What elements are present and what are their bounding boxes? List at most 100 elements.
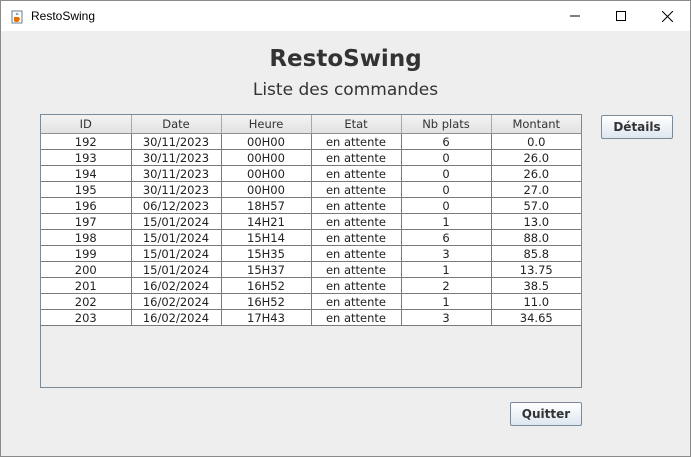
table-row[interactable]: 200 15/01/2024 15H37 en attente 1 13.75 [41, 261, 581, 278]
cell-date[interactable]: 16/02/2024 [131, 277, 222, 294]
table-row[interactable]: 198 15/01/2024 15H14 en attente 6 88.0 [41, 229, 581, 246]
cell-date[interactable]: 15/01/2024 [131, 261, 222, 278]
window-title: RestoSwing [31, 9, 96, 23]
cell-date[interactable]: 06/12/2023 [131, 197, 222, 214]
column-header-heure[interactable]: Heure [221, 115, 312, 134]
cell-heure[interactable]: 16H52 [221, 277, 312, 294]
table-row[interactable]: 194 30/11/2023 00H00 en attente 0 26.0 [41, 165, 581, 182]
cell-date[interactable]: 15/01/2024 [131, 229, 222, 246]
close-button[interactable] [644, 1, 690, 31]
cell-heure[interactable]: 18H57 [221, 197, 312, 214]
cell-nb-plats[interactable]: 1 [401, 261, 492, 278]
cell-etat[interactable]: en attente [311, 309, 402, 326]
table-row[interactable]: 193 30/11/2023 00H00 en attente 0 26.0 [41, 149, 581, 166]
maximize-button[interactable] [598, 1, 644, 31]
column-header-nb-plats[interactable]: Nb plats [401, 115, 492, 134]
details-button[interactable]: Détails [601, 115, 673, 139]
cell-date[interactable]: 16/02/2024 [131, 293, 222, 310]
cell-nb-plats[interactable]: 0 [401, 181, 492, 198]
cell-etat[interactable]: en attente [311, 229, 402, 246]
cell-nb-plats[interactable]: 0 [401, 149, 492, 166]
cell-montant[interactable]: 11.0 [491, 293, 581, 310]
cell-date[interactable]: 15/01/2024 [131, 245, 222, 262]
cell-id[interactable]: 194 [41, 165, 132, 182]
table-row[interactable]: 199 15/01/2024 15H35 en attente 3 85.8 [41, 245, 581, 262]
cell-nb-plats[interactable]: 6 [401, 229, 492, 246]
cell-nb-plats[interactable]: 2 [401, 277, 492, 294]
cell-montant[interactable]: 26.0 [491, 149, 581, 166]
cell-heure[interactable]: 17H43 [221, 309, 312, 326]
title-bar[interactable]: RestoSwing [1, 1, 690, 31]
table-row[interactable]: 202 16/02/2024 16H52 en attente 1 11.0 [41, 293, 581, 310]
cell-etat[interactable]: en attente [311, 197, 402, 214]
table-row[interactable]: 201 16/02/2024 16H52 en attente 2 38.5 [41, 277, 581, 294]
table-body: 192 30/11/2023 00H00 en attente 6 0.0 193 30/11… [41, 133, 581, 326]
cell-id[interactable]: 202 [41, 293, 132, 310]
cell-heure[interactable]: 15H14 [221, 229, 312, 246]
cell-nb-plats[interactable]: 1 [401, 213, 492, 230]
cell-montant[interactable]: 13.0 [491, 213, 581, 230]
cell-nb-plats[interactable]: 6 [401, 133, 492, 150]
cell-id[interactable]: 195 [41, 181, 132, 198]
column-header-montant[interactable]: Montant [491, 115, 581, 134]
maximize-icon [616, 11, 626, 21]
cell-nb-plats[interactable]: 1 [401, 293, 492, 310]
orders-table[interactable]: ID Date Heure Etat Nb plats Montant 192 3… [40, 114, 582, 388]
cell-date[interactable]: 15/01/2024 [131, 213, 222, 230]
cell-date[interactable]: 30/11/2023 [131, 149, 222, 166]
cell-montant[interactable]: 13.75 [491, 261, 581, 278]
cell-date[interactable]: 30/11/2023 [131, 181, 222, 198]
cell-id[interactable]: 198 [41, 229, 132, 246]
cell-date[interactable]: 30/11/2023 [131, 133, 222, 150]
cell-montant[interactable]: 0.0 [491, 133, 581, 150]
cell-nb-plats[interactable]: 3 [401, 245, 492, 262]
cell-etat[interactable]: en attente [311, 133, 402, 150]
cell-id[interactable]: 199 [41, 245, 132, 262]
cell-montant[interactable]: 88.0 [491, 229, 581, 246]
cell-etat[interactable]: en attente [311, 277, 402, 294]
table-row[interactable]: 195 30/11/2023 00H00 en attente 0 27.0 [41, 181, 581, 198]
cell-id[interactable]: 197 [41, 213, 132, 230]
cell-heure[interactable]: 15H35 [221, 245, 312, 262]
column-header-etat[interactable]: Etat [311, 115, 402, 134]
cell-date[interactable]: 16/02/2024 [131, 309, 222, 326]
table-row[interactable]: 197 15/01/2024 14H21 en attente 1 13.0 [41, 213, 581, 230]
table-row[interactable]: 203 16/02/2024 17H43 en attente 3 34.65 [41, 309, 581, 326]
cell-heure[interactable]: 00H00 [221, 149, 312, 166]
cell-date[interactable]: 30/11/2023 [131, 165, 222, 182]
column-header-date[interactable]: Date [131, 115, 222, 134]
cell-id[interactable]: 203 [41, 309, 132, 326]
cell-id[interactable]: 196 [41, 197, 132, 214]
cell-etat[interactable]: en attente [311, 261, 402, 278]
cell-etat[interactable]: en attente [311, 245, 402, 262]
cell-nb-plats[interactable]: 3 [401, 309, 492, 326]
cell-etat[interactable]: en attente [311, 293, 402, 310]
cell-etat[interactable]: en attente [311, 181, 402, 198]
cell-montant[interactable]: 26.0 [491, 165, 581, 182]
cell-id[interactable]: 201 [41, 277, 132, 294]
cell-montant[interactable]: 38.5 [491, 277, 581, 294]
cell-heure[interactable]: 00H00 [221, 165, 312, 182]
cell-heure[interactable]: 15H37 [221, 261, 312, 278]
cell-heure[interactable]: 00H00 [221, 133, 312, 150]
cell-etat[interactable]: en attente [311, 165, 402, 182]
table-row[interactable]: 192 30/11/2023 00H00 en attente 6 0.0 [41, 133, 581, 150]
cell-id[interactable]: 193 [41, 149, 132, 166]
cell-id[interactable]: 200 [41, 261, 132, 278]
table-row[interactable]: 196 06/12/2023 18H57 en attente 0 57.0 [41, 197, 581, 214]
minimize-button[interactable] [552, 1, 598, 31]
cell-nb-plats[interactable]: 0 [401, 165, 492, 182]
cell-heure[interactable]: 00H00 [221, 181, 312, 198]
cell-montant[interactable]: 27.0 [491, 181, 581, 198]
column-header-id[interactable]: ID [41, 115, 132, 134]
cell-etat[interactable]: en attente [311, 149, 402, 166]
cell-montant[interactable]: 34.65 [491, 309, 581, 326]
cell-montant[interactable]: 85.8 [491, 245, 581, 262]
cell-heure[interactable]: 14H21 [221, 213, 312, 230]
quit-button[interactable]: Quitter [510, 402, 582, 426]
cell-montant[interactable]: 57.0 [491, 197, 581, 214]
cell-heure[interactable]: 16H52 [221, 293, 312, 310]
cell-nb-plats[interactable]: 0 [401, 197, 492, 214]
cell-etat[interactable]: en attente [311, 213, 402, 230]
cell-id[interactable]: 192 [41, 133, 132, 150]
